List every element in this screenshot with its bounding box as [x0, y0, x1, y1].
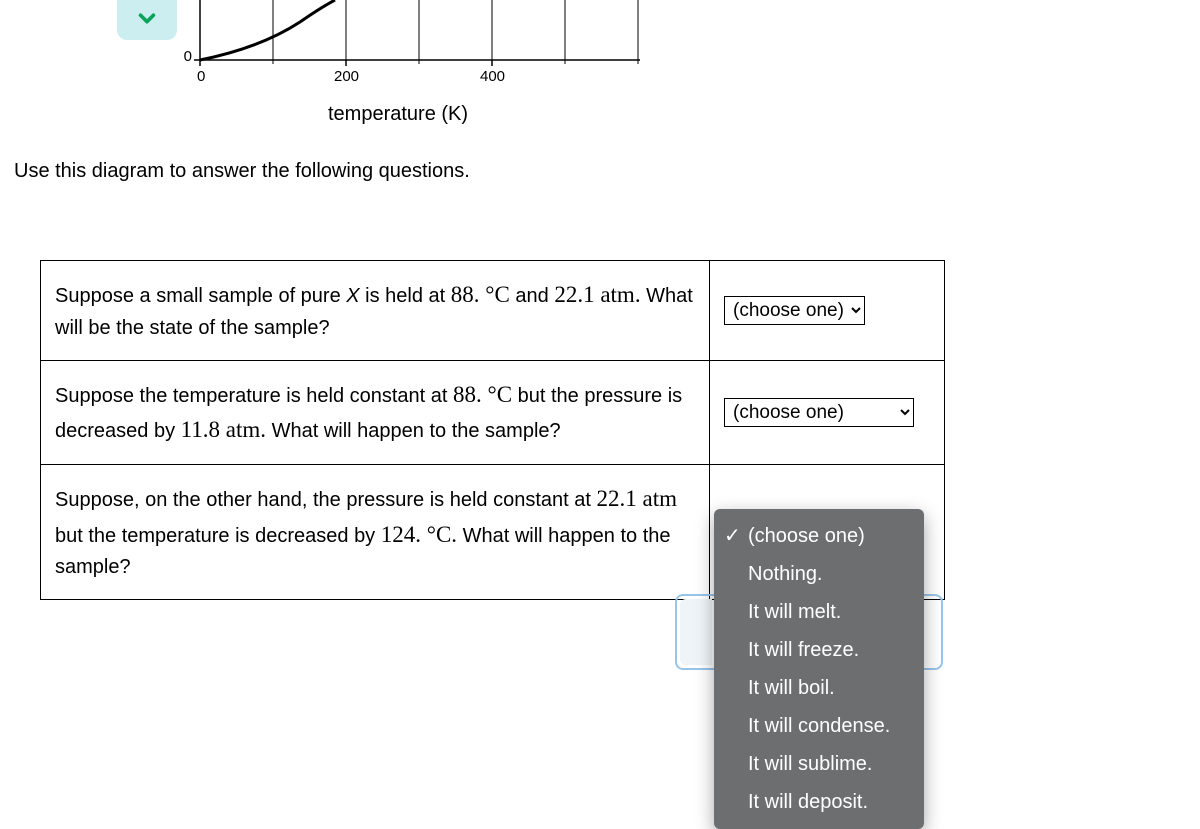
q2-unit2: atm.	[220, 417, 266, 442]
q3-val1: 22.1	[596, 486, 636, 511]
q2-post: What will happen to the sample?	[266, 420, 561, 442]
q1-var: X	[346, 285, 359, 307]
phase-diagram-fragment	[180, 0, 650, 90]
dropdown-option-nothing[interactable]: Nothing.	[714, 555, 924, 593]
dropdown-option-condense[interactable]: It will condense.	[714, 707, 924, 745]
q1-unit1: °C	[480, 282, 510, 307]
q3-answer-dropdown[interactable]: (choose one) Nothing. It will melt. It w…	[714, 509, 924, 829]
y-tick-0: 0	[172, 48, 192, 65]
x-tick-0: 0	[197, 68, 205, 85]
q1-mid1: is held at	[360, 285, 451, 307]
table-row: Suppose a small sample of pure X is held…	[41, 261, 945, 361]
chevron-down-icon	[136, 7, 158, 34]
dropdown-option-deposit[interactable]: It will deposit.	[714, 783, 924, 821]
table-row: Suppose the temperature is held constant…	[41, 360, 945, 464]
q2-val1: 88.	[453, 382, 482, 407]
question-3-text: Suppose, on the other hand, the pressure…	[41, 464, 710, 599]
x-tick-200: 200	[334, 68, 359, 85]
q3-unit1: atm	[637, 486, 677, 511]
q2-unit1: °C	[482, 382, 512, 407]
focused-control-inner	[680, 599, 712, 665]
instruction-text: Use this diagram to answer the following…	[14, 160, 470, 183]
x-axis-title: temperature (K)	[328, 103, 468, 126]
q1-answer-select[interactable]: (choose one)	[724, 296, 865, 325]
question-2-text: Suppose the temperature is held constant…	[41, 360, 710, 464]
q3-val2: 124.	[381, 522, 421, 547]
dropdown-option-melt[interactable]: It will melt.	[714, 593, 924, 631]
question-1-text: Suppose a small sample of pure X is held…	[41, 261, 710, 361]
q1-val1: 88.	[451, 282, 480, 307]
q3-pre: Suppose, on the other hand, the pressure…	[55, 489, 596, 511]
q2-val2: 11.8	[181, 417, 220, 442]
q1-val2: 22.1	[554, 282, 594, 307]
q2-answer-select[interactable]: (choose one)	[724, 398, 914, 427]
dropdown-option-boil[interactable]: It will boil.	[714, 669, 924, 707]
q3-unit2: °C.	[421, 522, 457, 547]
q2-pre: Suppose the temperature is held constant…	[55, 385, 453, 407]
collapse-button[interactable]	[117, 0, 177, 40]
q3-mid: but the temperature is decreased by	[55, 525, 381, 547]
q1-pre: Suppose a small sample of pure	[55, 285, 346, 307]
dropdown-option-sublime[interactable]: It will sublime.	[714, 745, 924, 783]
q1-unit2: atm.	[595, 282, 641, 307]
dropdown-option-freeze[interactable]: It will freeze.	[714, 631, 924, 669]
dropdown-option-choose-one[interactable]: (choose one)	[714, 517, 924, 555]
x-tick-400: 400	[480, 68, 505, 85]
q1-mid2: and	[510, 285, 554, 307]
